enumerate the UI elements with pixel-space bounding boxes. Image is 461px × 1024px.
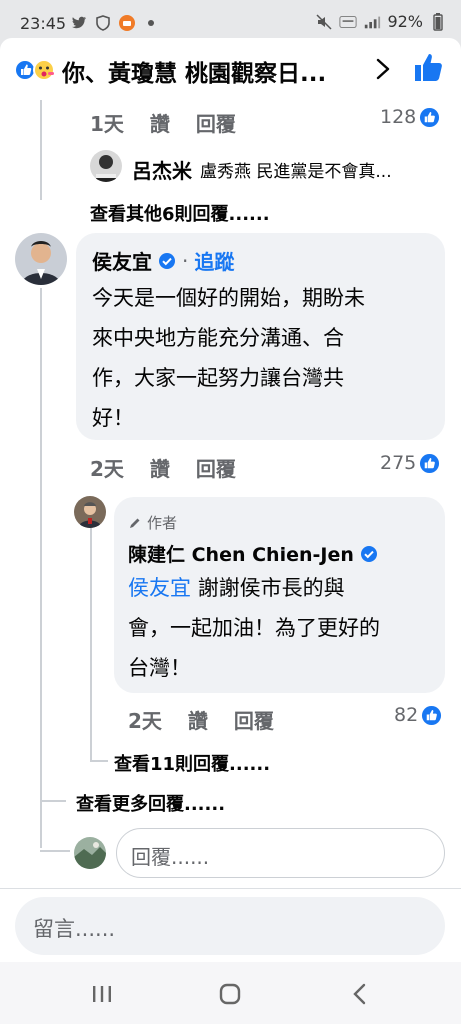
thread-line <box>90 528 92 760</box>
separator-dot: · <box>182 248 189 273</box>
comment-bar: 留言...... <box>0 888 461 962</box>
reply-meta: 1天 讚 回覆 <box>90 108 262 137</box>
volte-icon <box>339 13 357 31</box>
reply-author[interactable]: 陳建仁 Chen Chien-Jen <box>128 540 354 567</box>
verified-badge-icon <box>159 252 175 269</box>
reply-text: 侯友宜 謝謝侯市長的與 會，一起加油！為了更好的 台灣！ <box>128 576 380 680</box>
reply-time: 1天 <box>90 112 124 136</box>
comments-header: 你、黃瓊慧 桃園觀察日... <box>0 38 461 100</box>
avatar[interactable] <box>15 233 67 285</box>
back-icon[interactable] <box>346 980 374 1008</box>
comment-author[interactable]: 侯友宜 <box>92 246 152 275</box>
thread-line <box>90 760 108 762</box>
post-title[interactable]: 你、黃瓊慧 桃園觀察日... <box>62 54 352 84</box>
mention-link[interactable]: 侯友宜 <box>128 576 191 600</box>
reaction-count[interactable]: 82 <box>394 704 442 726</box>
reaction-count[interactable]: 128 <box>380 106 440 128</box>
mute-icon <box>315 13 333 31</box>
follow-link[interactable]: 追蹤 <box>194 246 234 275</box>
author-badge: 作者 <box>128 512 177 533</box>
preview-text: 盧秀燕 民進黨是不會真... <box>200 162 392 182</box>
view-more-replies[interactable]: 查看更多回覆...... <box>76 790 225 816</box>
thread-line <box>40 100 42 200</box>
system-icons: 92% <box>315 12 447 31</box>
reply-input[interactable]: 回覆...... <box>116 828 445 878</box>
battery-icon <box>429 12 447 31</box>
like-badge-icon <box>420 107 440 127</box>
chevron-right-icon[interactable] <box>372 56 394 82</box>
comment-time: 2天 <box>90 457 124 481</box>
like-reaction-icon <box>14 59 55 81</box>
reaction-icons[interactable] <box>14 58 56 82</box>
avatar <box>74 837 106 869</box>
thread-line <box>40 850 70 852</box>
thread-line <box>40 288 42 848</box>
comment-text: 今天是一個好的開始，期盼未 來中央地方能充分溝通、合 作，大家一起努力讓台灣共 … <box>92 286 365 430</box>
shield-icon <box>94 14 112 32</box>
preview-author: 呂杰米 <box>132 159 192 183</box>
preview-reply[interactable]: 呂杰米 盧秀燕 民進黨是不會真... <box>132 155 392 184</box>
comment-meta: 2天 讚 回覆 <box>90 453 262 482</box>
comment-placeholder: 留言...... <box>33 917 116 941</box>
twitter-icon <box>70 14 88 32</box>
status-time: 23:45 <box>20 14 67 33</box>
like-thumb-icon[interactable] <box>412 52 444 84</box>
like-link[interactable]: 讚 <box>150 453 170 482</box>
reply-time: 2天 <box>128 709 162 733</box>
comment-author-row: 侯友宜 · 追蹤 <box>92 246 234 275</box>
reply-link[interactable]: 回覆 <box>234 705 274 734</box>
recent-apps-icon[interactable] <box>88 980 116 1008</box>
view-11-replies[interactable]: 查看11則回覆...... <box>114 750 270 776</box>
view-other-replies[interactable]: 查看其他6則回覆...... <box>90 200 270 226</box>
reply-link[interactable]: 回覆 <box>196 453 236 482</box>
avatar[interactable] <box>90 150 122 182</box>
pencil-icon <box>130 518 140 528</box>
signal-icon <box>363 13 381 31</box>
dot-icon <box>142 14 160 32</box>
reply-placeholder: 回覆...... <box>131 845 210 869</box>
like-link[interactable]: 讚 <box>188 705 208 734</box>
reaction-count[interactable]: 275 <box>380 452 440 474</box>
app-notification-icon <box>118 14 136 32</box>
reply-author-row: 陳建仁 Chen Chien-Jen <box>128 540 378 567</box>
comment-input[interactable]: 留言...... <box>15 897 445 955</box>
reply-meta: 2天 讚 回覆 <box>128 705 300 734</box>
reply-link[interactable]: 回覆 <box>196 108 236 137</box>
avatar[interactable] <box>74 496 106 528</box>
home-icon[interactable] <box>216 980 244 1008</box>
like-link[interactable]: 讚 <box>150 108 170 137</box>
notification-icons <box>70 14 160 32</box>
system-nav-bar <box>0 962 461 1024</box>
verified-badge-icon <box>360 545 377 562</box>
thread-line <box>40 800 66 802</box>
like-badge-icon <box>420 453 440 473</box>
like-badge-icon <box>422 705 442 725</box>
battery-level: 92% <box>387 12 423 31</box>
